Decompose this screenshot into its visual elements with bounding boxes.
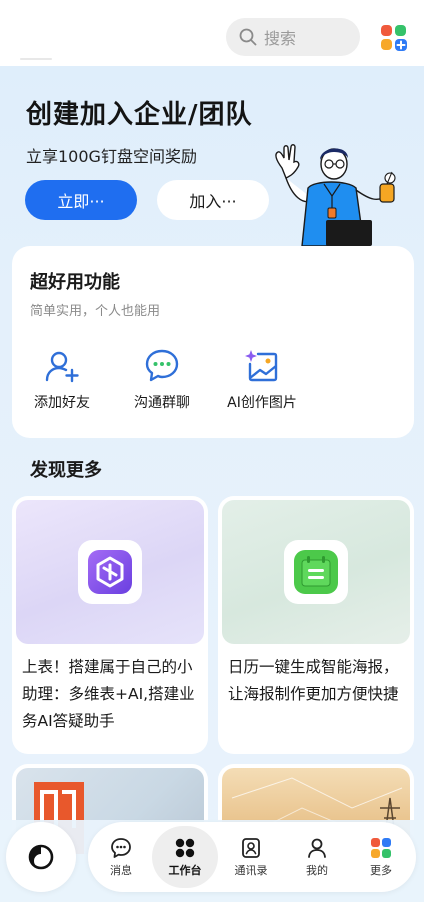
tab-contacts[interactable]: 通讯录 — [220, 822, 282, 892]
card-description: 日历一键生成智能海报，让海报制作更加方便快捷 — [228, 658, 399, 703]
card-icon-frame — [284, 540, 348, 604]
features-card: 超好用功能 简单实用，个人也能用 添加好友 沟通群聊 AI创作图片 — [12, 246, 414, 438]
ai-assistant-icon — [28, 844, 54, 870]
features-title: 超好用功能 — [30, 272, 120, 293]
add-friend-icon — [45, 351, 79, 383]
workbench-icon — [175, 838, 195, 857]
workbench-page: 搜索 创建加入企业/团队 立享100G钉盘空间奖励 立即··· 加入··· 超好… — [0, 0, 424, 902]
top-bar: 搜索 — [0, 0, 424, 66]
tab-label: 工作台 — [168, 863, 202, 877]
feature-ai-image[interactable]: AI创作图片 — [212, 348, 312, 412]
discover-card-multitable[interactable]: 上表！搭建属于自己的小助理：多维表+AI,搭建业务AI答疑助手 — [12, 496, 208, 754]
card-description: 上表！搭建属于自己的小助理：多维表+AI,搭建业务AI答疑助手 — [22, 658, 195, 730]
tab-messages[interactable]: 消息 — [90, 822, 152, 892]
features-subtitle: 简单实用，个人也能用 — [30, 304, 161, 319]
card-icon-frame — [78, 540, 142, 604]
card-banner — [222, 500, 410, 644]
message-icon — [111, 837, 131, 858]
calendar-note-icon — [294, 550, 338, 594]
feature-label: 添加好友 — [34, 395, 90, 411]
tab-label: 我的 — [306, 863, 328, 877]
discover-card-calendar-poster[interactable]: 日历一键生成智能海报，让海报制作更加方便快捷 — [218, 496, 414, 754]
profile-icon — [308, 838, 326, 858]
card-banner — [16, 500, 204, 644]
feature-group-chat[interactable]: 沟通群聊 — [112, 348, 212, 412]
top-indicator — [20, 58, 52, 60]
search-icon — [239, 28, 257, 46]
tab-workbench[interactable]: 工作台 — [154, 822, 216, 892]
feature-add-friend[interactable]: 添加好友 — [12, 348, 112, 412]
feature-label: 沟通群聊 — [134, 395, 190, 411]
tab-profile[interactable]: 我的 — [286, 822, 348, 892]
hero-illustration — [275, 144, 396, 246]
hero-subtitle: 立享100G钉盘空间奖励 — [26, 147, 197, 166]
tab-more[interactable]: 更多 — [350, 822, 412, 892]
tab-label: 更多 — [370, 863, 392, 877]
app-grid-add-icon[interactable] — [380, 24, 408, 52]
hero-title: 创建加入企业/团队 — [26, 100, 253, 130]
search-bar[interactable]: 搜索 — [226, 18, 360, 56]
ai-assistant-button[interactable] — [6, 822, 76, 892]
ai-image-icon — [245, 350, 278, 382]
search-placeholder: 搜索 — [264, 29, 297, 48]
discover-title: 发现更多 — [30, 460, 102, 481]
contacts-icon — [242, 837, 260, 858]
more-apps-icon — [371, 837, 391, 858]
group-chat-icon — [145, 349, 179, 382]
bottom-tab-bar: 消息 工作台 通讯录 我的 更多 — [88, 822, 416, 892]
join-button[interactable]: 加入··· — [157, 180, 269, 220]
tab-label: 消息 — [110, 863, 132, 877]
create-now-button[interactable]: 立即··· — [25, 180, 137, 220]
multi-table-icon — [88, 550, 132, 594]
feature-label: AI创作图片 — [227, 395, 297, 411]
tab-label: 通讯录 — [234, 863, 268, 877]
